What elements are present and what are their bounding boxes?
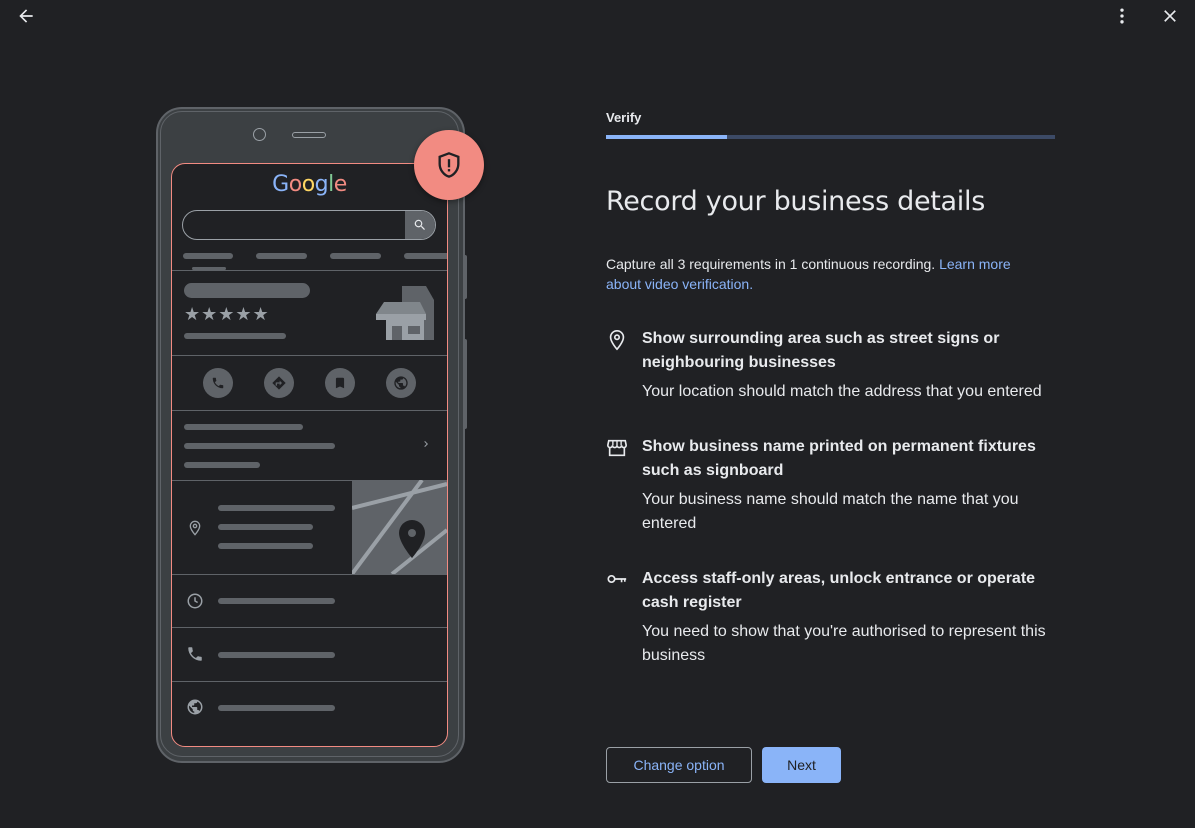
rating-stars: ★★★★★ bbox=[184, 304, 270, 324]
location-pin-small-icon bbox=[189, 520, 201, 536]
phone-illustration: Google ★★★★★ bbox=[156, 107, 467, 763]
website-circle-icon bbox=[386, 368, 416, 398]
phone-circle-icon bbox=[203, 368, 233, 398]
call-icon bbox=[212, 377, 224, 389]
globe-icon bbox=[394, 376, 408, 390]
globe-list-icon bbox=[187, 699, 203, 715]
close-icon bbox=[1164, 10, 1176, 22]
shield-badge bbox=[414, 130, 484, 200]
progress-fill bbox=[606, 135, 728, 139]
requirement-title: Show surrounding area such as street sig… bbox=[642, 330, 1000, 371]
close-button[interactable] bbox=[1156, 2, 1184, 30]
shield-alert-icon bbox=[438, 152, 460, 178]
map-illustration bbox=[352, 480, 447, 574]
progress-bar bbox=[606, 135, 1055, 139]
back-button[interactable] bbox=[12, 2, 40, 30]
requirement-description: Your business name should match the name… bbox=[642, 491, 1019, 532]
step-label: Verify bbox=[606, 110, 642, 125]
key-icon bbox=[607, 574, 627, 584]
phone-speaker bbox=[292, 132, 326, 138]
clock-icon bbox=[187, 593, 203, 609]
change-option-button[interactable]: Change option bbox=[606, 747, 752, 783]
storefront-icon bbox=[607, 439, 627, 457]
intro-text: Capture all 3 requirements in 1 continuo… bbox=[606, 256, 1011, 292]
search-icon bbox=[414, 219, 425, 230]
directions-circle-icon bbox=[264, 368, 294, 398]
storefront-illustration-icon bbox=[376, 286, 434, 340]
more-options-button[interactable] bbox=[1108, 2, 1136, 30]
requirement-description: Your location should match the address t… bbox=[642, 383, 1042, 400]
chevron-right-icon bbox=[424, 441, 428, 447]
map-thumbnail bbox=[352, 480, 447, 574]
phone-screen: Google ★★★★★ bbox=[171, 163, 448, 747]
next-button[interactable]: Next bbox=[762, 747, 841, 783]
requirement-location: Show surrounding area such as street sig… bbox=[606, 327, 1056, 407]
directions-icon bbox=[272, 376, 286, 390]
search-bar-illustration bbox=[182, 210, 436, 240]
call-list-icon bbox=[188, 647, 202, 661]
google-logo: Google bbox=[272, 172, 347, 197]
save-circle-icon bbox=[325, 368, 355, 398]
location-pin-icon bbox=[609, 330, 625, 351]
phone-camera bbox=[253, 128, 266, 141]
arrow-left-icon bbox=[19, 9, 33, 23]
more-vert-icon bbox=[1120, 8, 1124, 24]
requirement-staff-access: Access staff-only areas, unlock entrance… bbox=[606, 567, 1056, 671]
page-title: Record your business details bbox=[606, 186, 985, 217]
bookmark-icon bbox=[335, 377, 345, 389]
requirement-title: Show business name printed on permanent … bbox=[642, 438, 1036, 479]
requirement-title: Access staff-only areas, unlock entrance… bbox=[642, 570, 1036, 611]
requirement-business-name: Show business name printed on permanent … bbox=[606, 435, 1056, 539]
requirement-description: You need to show that you're authorised … bbox=[642, 623, 1046, 664]
